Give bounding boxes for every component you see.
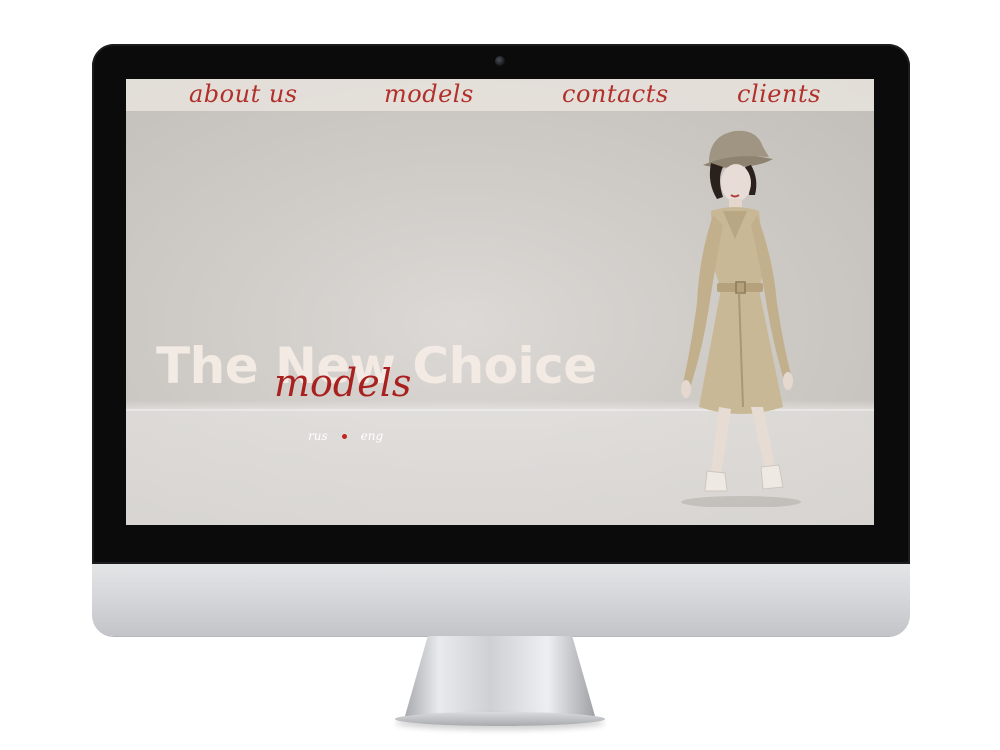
hero-subtitle: models	[274, 361, 412, 405]
monitor-stand-base	[395, 712, 605, 726]
nav-contacts[interactable]: contacts	[562, 80, 669, 108]
nav-about-us[interactable]: about us	[189, 80, 298, 108]
fashion-model-photo	[681, 130, 801, 507]
nav-clients[interactable]: clients	[737, 80, 821, 108]
nav-models[interactable]: models	[384, 80, 474, 108]
webcam-icon	[495, 56, 505, 66]
website-screen: about us models contacts clients The New…	[126, 79, 874, 525]
desktop-scene: about us models contacts clients The New…	[0, 0, 1000, 750]
dot-icon	[341, 433, 347, 439]
monitor-chin	[92, 564, 910, 636]
lang-rus-link[interactable]: rus	[306, 429, 330, 443]
monitor-stand	[405, 636, 595, 716]
lang-eng-link[interactable]: eng	[359, 429, 386, 443]
language-switcher: rus eng	[306, 427, 385, 445]
